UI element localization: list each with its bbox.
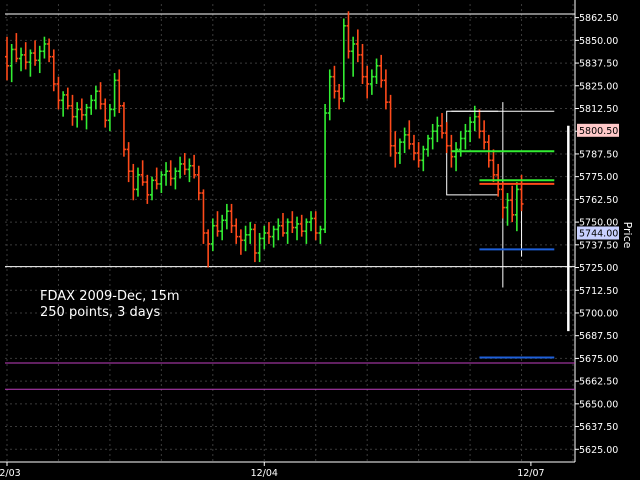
x-tick-label: 12/07 xyxy=(517,468,544,479)
x-tick-label: 12/04 xyxy=(251,468,278,479)
y-tick-label: 5825.00 xyxy=(579,81,618,92)
chart-annotation: FDAX 2009-Dec, 15m xyxy=(40,289,180,304)
y-tick-label: 5675.00 xyxy=(579,354,618,365)
y-tick-label: 5775.00 xyxy=(579,172,618,183)
y-tick-label: 5687.50 xyxy=(579,331,618,342)
y-tick-label: 5625.00 xyxy=(579,445,618,456)
y-tick-label: 5812.50 xyxy=(579,104,618,115)
chart-annotation: 250 points, 3 days xyxy=(40,305,160,320)
y-tick-label: 5700.00 xyxy=(579,308,618,319)
y-tick-label: 5787.50 xyxy=(579,149,618,160)
y-tick-label: 5862.50 xyxy=(579,13,618,24)
y-tick-label: 5712.50 xyxy=(579,286,618,297)
y-tick-label: 5737.50 xyxy=(579,240,618,251)
y-tick-label: 5650.00 xyxy=(579,399,618,410)
y-axis-title: Price xyxy=(621,222,634,249)
price-marker-label: 5800.50 xyxy=(579,126,618,137)
y-tick-label: 5837.50 xyxy=(579,59,618,70)
price-marker-label: 5744.00 xyxy=(579,229,618,240)
y-tick-label: 5725.00 xyxy=(579,263,618,274)
price-chart: 5862.50 5850.00 5837.50 5825.00 5812.50 5800.… xyxy=(0,0,640,480)
y-tick-label: 5637.50 xyxy=(579,422,618,433)
y-tick-label: 5850.00 xyxy=(579,36,618,47)
y-tick-label: 5762.50 xyxy=(579,195,618,206)
y-tick-label: 5662.50 xyxy=(579,377,618,388)
x-tick-label: 12/03 xyxy=(0,468,21,479)
